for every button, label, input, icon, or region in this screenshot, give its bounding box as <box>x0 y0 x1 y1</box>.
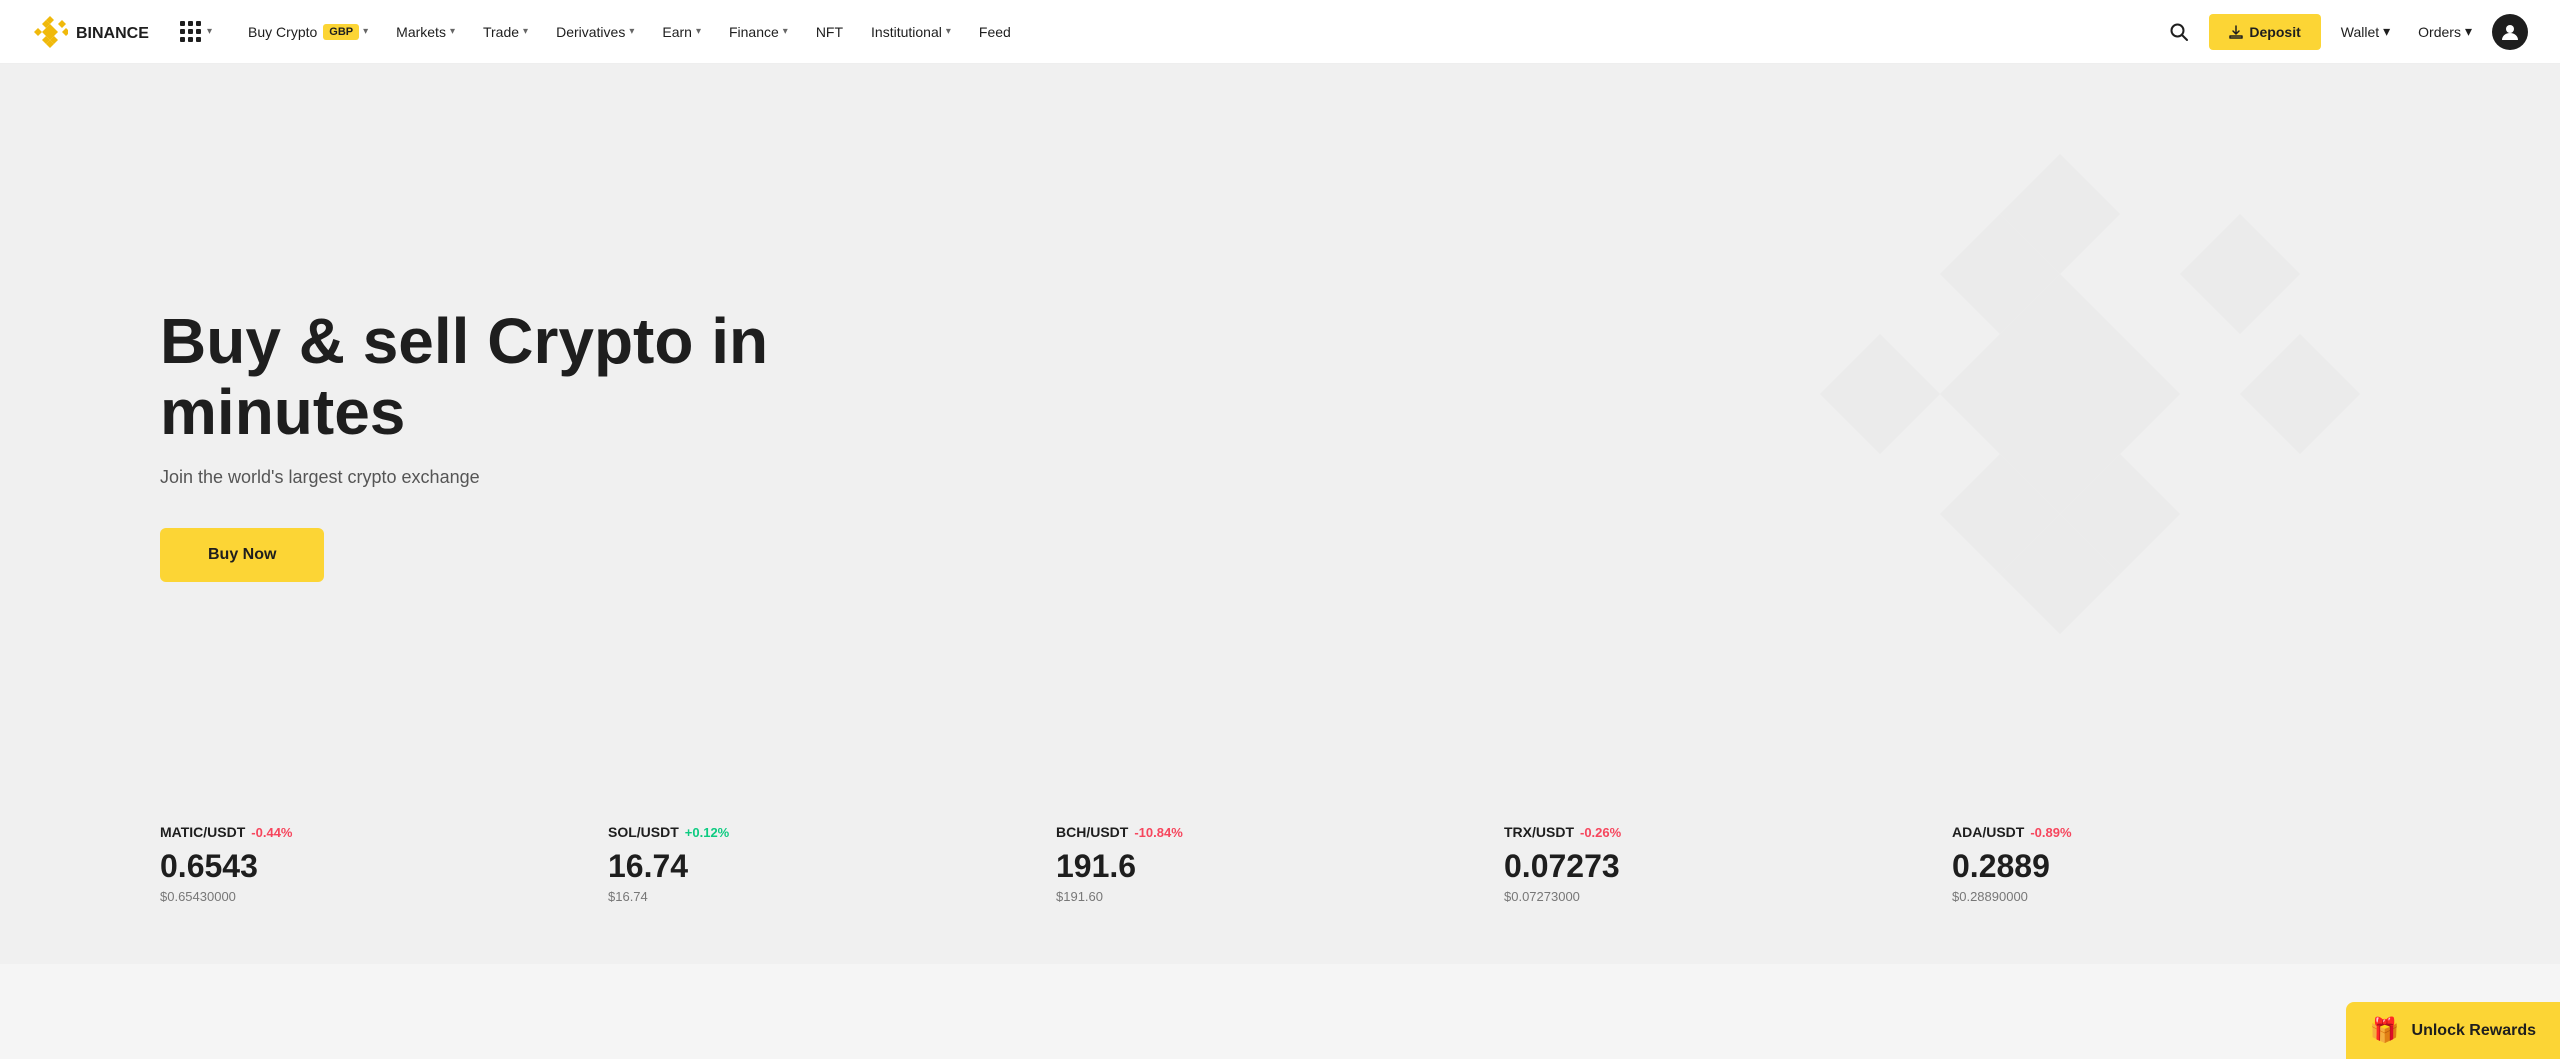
orders-button[interactable]: Orders ▾ <box>2410 15 2480 48</box>
ticker-pair-name: MATIC/USDT <box>160 824 245 840</box>
nav-label-markets: Markets <box>396 24 446 40</box>
grid-menu-button[interactable]: ▾ <box>180 21 212 42</box>
derivatives-dropdown-arrow: ▾ <box>629 26 634 37</box>
ticker-item[interactable]: ADA/USDT -0.89% 0.2889 $0.28890000 <box>1952 824 2400 904</box>
ticker-change: -0.89% <box>2030 825 2071 840</box>
ticker-change: +0.12% <box>685 825 729 840</box>
buy-crypto-dropdown-arrow: ▾ <box>363 26 368 37</box>
ticker-item[interactable]: SOL/USDT +0.12% 16.74 $16.74 <box>608 824 1056 904</box>
ticker-pair-name: TRX/USDT <box>1504 824 1574 840</box>
nav-item-derivatives[interactable]: Derivatives ▾ <box>544 16 646 48</box>
ticker-pair: SOL/USDT +0.12% <box>608 824 1036 840</box>
gift-icon: 🎁 <box>2370 1016 2400 1045</box>
grid-dropdown-arrow: ▾ <box>207 26 212 37</box>
wallet-label: Wallet <box>2341 24 2379 40</box>
unlock-rewards-banner[interactable]: 🎁 Unlock Rewards <box>2346 1002 2560 1059</box>
institutional-dropdown-arrow: ▾ <box>946 26 951 37</box>
navbar: BINANCE ▾ Buy Crypto GBP ▾ Markets ▾ Tra… <box>0 0 2560 64</box>
ticker-pair: MATIC/USDT -0.44% <box>160 824 588 840</box>
wallet-dropdown-arrow: ▾ <box>2383 23 2390 40</box>
nav-label-nft: NFT <box>816 24 843 40</box>
ticker-usd-price: $0.07273000 <box>1504 889 1932 904</box>
ticker-pair: TRX/USDT -0.26% <box>1504 824 1932 840</box>
ticker-usd-price: $191.60 <box>1056 889 1484 904</box>
ticker-usd-price: $16.74 <box>608 889 1036 904</box>
ticker-change: -10.84% <box>1134 825 1182 840</box>
markets-dropdown-arrow: ▾ <box>450 26 455 37</box>
ticker-usd-price: $0.65430000 <box>160 889 588 904</box>
hero-background-logo <box>1760 124 2360 724</box>
ticker-pair-name: ADA/USDT <box>1952 824 2024 840</box>
orders-label: Orders <box>2418 24 2461 40</box>
ticker-price: 0.07273 <box>1504 848 1932 885</box>
unlock-rewards-label: Unlock Rewards <box>2412 1022 2536 1040</box>
orders-dropdown-arrow: ▾ <box>2465 23 2472 40</box>
ticker-item[interactable]: MATIC/USDT -0.44% 0.6543 $0.65430000 <box>160 824 608 904</box>
nav-label-derivatives: Derivatives <box>556 24 625 40</box>
nav-label-feed: Feed <box>979 24 1011 40</box>
finance-dropdown-arrow: ▾ <box>783 26 788 37</box>
grid-icon <box>180 21 201 42</box>
nav-item-institutional[interactable]: Institutional ▾ <box>859 16 963 48</box>
binance-logo-icon <box>32 14 68 50</box>
hero-title: Buy & sell Crypto in minutes <box>160 306 860 447</box>
nav-label-trade: Trade <box>483 24 519 40</box>
nav-item-markets[interactable]: Markets ▾ <box>384 16 467 48</box>
ticker-change: -0.44% <box>251 825 292 840</box>
nav-label-earn: Earn <box>662 24 692 40</box>
ticker-section: MATIC/USDT -0.44% 0.6543 $0.65430000 SOL… <box>0 784 2560 964</box>
nav-item-finance[interactable]: Finance ▾ <box>717 16 800 48</box>
nav-right: Deposit Wallet ▾ Orders ▾ <box>2161 14 2528 50</box>
user-avatar-button[interactable] <box>2492 14 2528 50</box>
nav-label-buy-crypto: Buy Crypto <box>248 24 317 40</box>
ticker-pair-name: BCH/USDT <box>1056 824 1128 840</box>
ticker-change: -0.26% <box>1580 825 1621 840</box>
hero-content: Buy & sell Crypto in minutes Join the wo… <box>160 306 860 582</box>
ticker-item[interactable]: BCH/USDT -10.84% 191.6 $191.60 <box>1056 824 1504 904</box>
binance-wordmark: BINANCE <box>76 22 156 42</box>
buy-now-button[interactable]: Buy Now <box>160 528 324 582</box>
nav-item-earn[interactable]: Earn ▾ <box>650 16 713 48</box>
nav-label-finance: Finance <box>729 24 779 40</box>
nav-items: Buy Crypto GBP ▾ Markets ▾ Trade ▾ Deriv… <box>236 16 2161 48</box>
deposit-button[interactable]: Deposit <box>2209 14 2320 50</box>
nav-item-buy-crypto[interactable]: Buy Crypto GBP ▾ <box>236 16 380 48</box>
deposit-icon <box>2229 25 2243 39</box>
ticker-pair: ADA/USDT -0.89% <box>1952 824 2380 840</box>
ticker-price: 0.6543 <box>160 848 588 885</box>
ticker-pair: BCH/USDT -10.84% <box>1056 824 1484 840</box>
nav-item-nft[interactable]: NFT <box>804 16 855 48</box>
svg-text:BINANCE: BINANCE <box>76 25 149 42</box>
trade-dropdown-arrow: ▾ <box>523 26 528 37</box>
ticker-price: 16.74 <box>608 848 1036 885</box>
ticker-usd-price: $0.28890000 <box>1952 889 2380 904</box>
wallet-button[interactable]: Wallet ▾ <box>2333 15 2398 48</box>
ticker-pair-name: SOL/USDT <box>608 824 679 840</box>
nav-badge-gbp: GBP <box>323 24 359 40</box>
nav-item-trade[interactable]: Trade ▾ <box>471 16 540 48</box>
logo[interactable]: BINANCE <box>32 14 156 50</box>
ticker-price: 0.2889 <box>1952 848 2380 885</box>
nav-label-institutional: Institutional <box>871 24 942 40</box>
search-button[interactable] <box>2161 14 2197 50</box>
earn-dropdown-arrow: ▾ <box>696 26 701 37</box>
hero-section: Buy & sell Crypto in minutes Join the wo… <box>0 64 2560 784</box>
ticker-item[interactable]: TRX/USDT -0.26% 0.07273 $0.07273000 <box>1504 824 1952 904</box>
user-icon <box>2500 22 2520 42</box>
deposit-label: Deposit <box>2249 24 2300 40</box>
hero-subtitle: Join the world's largest crypto exchange <box>160 467 860 488</box>
search-icon <box>2169 22 2189 42</box>
nav-item-feed[interactable]: Feed <box>967 16 1023 48</box>
ticker-price: 191.6 <box>1056 848 1484 885</box>
